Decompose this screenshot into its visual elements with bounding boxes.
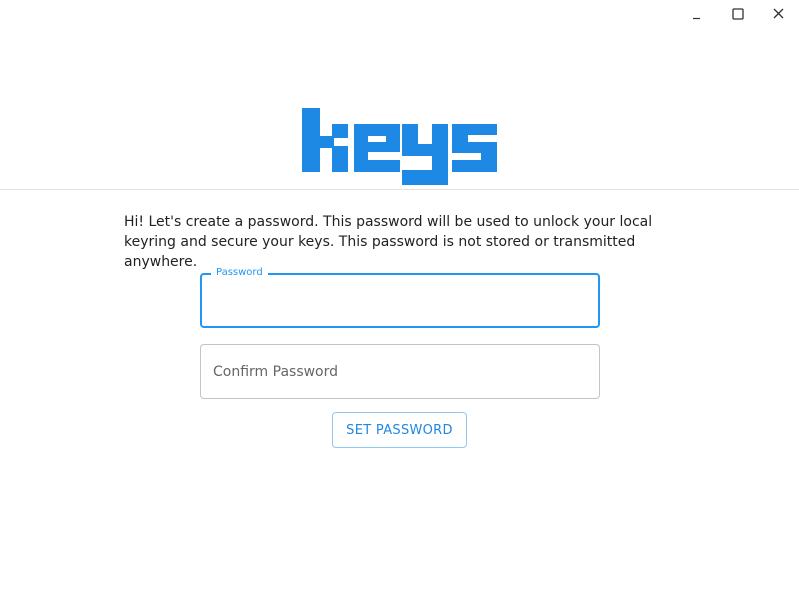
close-icon (773, 8, 784, 19)
maximize-button[interactable] (728, 4, 748, 24)
set-password-button[interactable]: SET PASSWORD (332, 412, 467, 448)
password-input[interactable] (202, 275, 598, 326)
header (0, 0, 799, 190)
intro-text: Hi! Let's create a password. This passwo… (124, 214, 653, 270)
keys-logo (302, 108, 498, 189)
confirm-password-input[interactable] (201, 345, 599, 398)
keys-logo-graphic (302, 108, 497, 185)
app-window: Hi! Let's create a password. This passwo… (0, 0, 799, 599)
minimize-button[interactable] (687, 4, 707, 24)
minimize-icon (693, 17, 700, 20)
password-field[interactable]: Password (200, 266, 600, 328)
close-button[interactable] (769, 4, 789, 24)
confirm-password-field[interactable] (200, 344, 600, 399)
maximize-icon (732, 8, 744, 20)
